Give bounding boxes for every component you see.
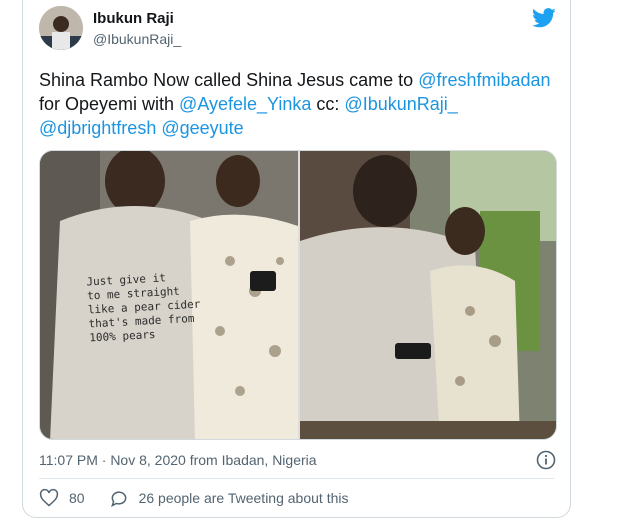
- mention-link[interactable]: @geeyute: [161, 118, 243, 138]
- tweet-timestamp[interactable]: 11:07 PM · Nov 8, 2020 from Ibadan, Nige…: [39, 452, 317, 468]
- like-button[interactable]: 80: [39, 488, 85, 508]
- tweet-text-fragment: for Opeyemi with: [39, 94, 180, 114]
- avatar[interactable]: [39, 6, 83, 50]
- like-count: 80: [69, 490, 85, 506]
- heart-icon: [39, 488, 59, 507]
- tweeting-about-link[interactable]: 26 people are Tweeting about this: [109, 488, 349, 508]
- tweeting-about-label: 26 people are Tweeting about this: [138, 490, 349, 506]
- photo-left[interactable]: Just give it to me straight like a pear ci…: [40, 151, 298, 439]
- mention-link[interactable]: @IbukunRaji_: [344, 94, 457, 114]
- info-icon[interactable]: [536, 450, 556, 470]
- author-name[interactable]: Ibukun Raji: [93, 10, 174, 27]
- tweet-text-fragment: Shina Rambo Now called Shina Jesus came …: [39, 70, 419, 90]
- divider: [39, 478, 554, 479]
- action-bar: 80 26 people are Tweeting about this: [39, 488, 348, 508]
- tweet-card: Ibukun Raji @IbukunRaji_ Shina Rambo Now…: [22, 0, 571, 518]
- mention-link[interactable]: @djbrightfresh: [39, 118, 156, 138]
- speech-bubble-icon: [110, 491, 126, 507]
- author-handle[interactable]: @IbukunRaji_: [93, 31, 181, 47]
- media-grid[interactable]: Just give it to me straight like a pear ci…: [39, 150, 557, 440]
- photo-right[interactable]: [300, 151, 556, 439]
- tweet-text-fragment: cc:: [311, 94, 345, 114]
- mention-link[interactable]: @freshfmibadan: [418, 70, 550, 90]
- twitter-bird-icon[interactable]: [532, 8, 556, 28]
- mention-link[interactable]: @Ayefele_Yinka: [179, 94, 311, 114]
- tweet-text: Shina Rambo Now called Shina Jesus came …: [39, 68, 559, 140]
